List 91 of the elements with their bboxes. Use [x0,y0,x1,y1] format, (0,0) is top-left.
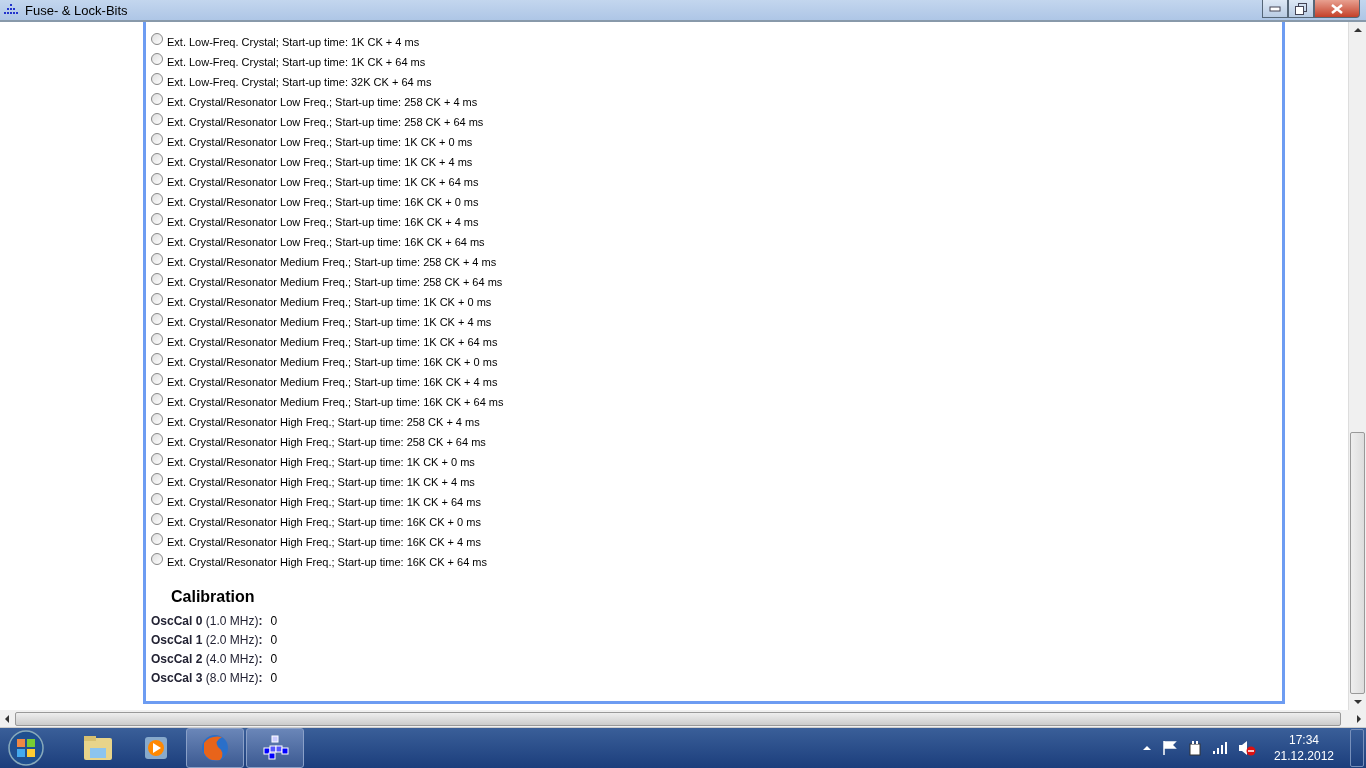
close-icon [1330,3,1344,14]
radio-button[interactable] [151,533,163,545]
calibration-value: 0 [270,632,278,647]
close-button[interactable] [1314,0,1360,18]
radio-button[interactable] [151,33,163,45]
radio-button[interactable] [151,73,163,85]
radio-button[interactable] [151,433,163,445]
radio-button[interactable] [151,333,163,345]
vertical-scrollbar[interactable] [1348,22,1366,710]
option-label: Ext. Crystal/Resonator High Freq.; Start-up time: 1K CK + 4 ms [167,476,475,488]
option-label: Ext. Low-Freq. Crystal; Start-up time: 1K CK + 4 ms [167,36,420,48]
radio-button[interactable] [151,233,163,245]
folder-icon [82,734,114,762]
calibration-value: 0 [270,670,278,685]
app-icon [3,3,19,17]
scroll-down-icon[interactable] [1353,700,1362,704]
power-plug-icon[interactable] [1187,740,1202,756]
option-label: Ext. Crystal/Resonator Medium Freq.; Start-up time: 1K CK + 0 ms [167,296,492,308]
option-label: Ext. Crystal/Resonator Medium Freq.; Start-up time: 16K CK + 0 ms [167,356,498,368]
radio-button[interactable] [151,253,163,265]
scroll-left-icon[interactable] [5,714,9,723]
option-label: Ext. Crystal/Resonator Low Freq.; Start-up time: 258 CK + 64 ms [167,116,484,128]
option-label: Ext. Crystal/Resonator Medium Freq.; Start-up time: 16K CK + 64 ms [167,396,504,408]
radio-button[interactable] [151,93,163,105]
radio-button[interactable] [151,313,163,325]
radio-button[interactable] [151,153,163,165]
scroll-up-icon[interactable] [1353,28,1362,32]
scroll-thumb[interactable] [1350,432,1365,694]
option-label: Ext. Crystal/Resonator High Freq.; Start-up time: 258 CK + 4 ms [167,416,480,428]
option-label: Ext. Crystal/Resonator Low Freq.; Start-up time: 1K CK + 0 ms [167,136,473,148]
option-label: Ext. Low-Freq. Crystal; Start-up time: 32K CK + 64 ms [167,76,432,88]
clock-date[interactable]: 21.12.2012 [1273,748,1334,764]
option-label: Ext. Crystal/Resonator High Freq.; Start-up time: 1K CK + 64 ms [167,496,481,508]
option-label: Ext. Crystal/Resonator Low Freq.; Start-up time: 258 CK + 4 ms [167,96,478,108]
minimize-button[interactable] [1262,0,1288,18]
option-label: Ext. Crystal/Resonator Low Freq.; Start-up time: 16K CK + 64 ms [167,236,485,248]
calibration-value: 0 [270,613,278,628]
option-label: Ext. Crystal/Resonator High Freq.; Start-up time: 258 CK + 64 ms [167,436,486,448]
radio-button[interactable] [151,513,163,525]
horizontal-scrollbar[interactable] [0,710,1366,728]
calibration-label: OscCal 1 (2.0 MHz): [151,632,263,647]
window-title: Fuse- & Lock-Bits [25,2,128,18]
show-hidden-icon[interactable] [1141,745,1152,751]
radio-button[interactable] [151,53,163,65]
option-label: Ext. Crystal/Resonator High Freq.; Start-up time: 16K CK + 64 ms [167,556,488,568]
radio-button[interactable] [151,213,163,225]
radio-button[interactable] [151,393,163,405]
speaker-muted-icon[interactable] [1237,740,1256,756]
radio-button[interactable] [151,133,163,145]
radio-button[interactable] [151,493,163,505]
option-label: Ext. Crystal/Resonator Medium Freq.; Start-up time: 16K CK + 4 ms [167,376,498,388]
radio-button[interactable] [151,373,163,385]
calibration-label: OscCal 3 (8.0 MHz): [151,670,263,685]
option-label: Ext. Crystal/Resonator High Freq.; Start-up time: 16K CK + 0 ms [167,516,481,528]
scroll-right-icon[interactable] [1357,714,1361,723]
show-desktop-button[interactable] [1350,729,1364,767]
clock-time[interactable]: 17:34 [1288,732,1319,748]
radio-button[interactable] [151,173,163,185]
media-player-icon [142,734,170,762]
flag-icon[interactable] [1161,740,1178,756]
taskbar-button[interactable] [246,728,304,768]
section-heading: Calibration [171,588,255,606]
radio-button[interactable] [151,353,163,365]
option-label: Ext. Low-Freq. Crystal; Start-up time: 1K CK + 64 ms [167,56,426,68]
globe-icon [200,733,230,763]
radio-button[interactable] [151,453,163,465]
option-label: Ext. Crystal/Resonator Low Freq.; Start-up time: 16K CK + 4 ms [167,216,479,228]
radio-button[interactable] [151,273,163,285]
option-label: Ext. Crystal/Resonator Medium Freq.; Start-up time: 258 CK + 64 ms [167,276,503,288]
option-label: Ext. Crystal/Resonator High Freq.; Start-up time: 16K CK + 4 ms [167,536,481,548]
signal-icon[interactable] [1211,741,1228,755]
option-label: Ext. Crystal/Resonator Low Freq.; Start-up time: 1K CK + 4 ms [167,156,473,168]
restore-icon [1295,2,1307,15]
calibration-value: 0 [270,651,278,666]
radio-button[interactable] [151,413,163,425]
option-label: Ext. Crystal/Resonator Medium Freq.; Start-up time: 1K CK + 4 ms [167,316,492,328]
scroll-thumb[interactable] [15,711,1341,726]
radio-button[interactable] [151,113,163,125]
radio-button[interactable] [151,293,163,305]
calibration-label: OscCal 2 (4.0 MHz): [151,651,263,666]
calibration-label: OscCal 0 (1.0 MHz): [151,613,263,628]
option-label: Ext. Crystal/Resonator Low Freq.; Start-up time: 1K CK + 64 ms [167,176,479,188]
option-label: Ext. Crystal/Resonator Medium Freq.; Start-up time: 1K CK + 64 ms [167,336,498,348]
radio-button[interactable] [151,473,163,485]
option-label: Ext. Crystal/Resonator Low Freq.; Start-up time: 16K CK + 0 ms [167,196,479,208]
option-label: Ext. Crystal/Resonator Medium Freq.; Start-up time: 258 CK + 4 ms [167,256,497,268]
minimize-icon [1269,5,1281,12]
option-label: Ext. Crystal/Resonator High Freq.; Start-up time: 1K CK + 0 ms [167,456,475,468]
radio-button[interactable] [151,193,163,205]
radio-button[interactable] [151,553,163,565]
maximize-button[interactable] [1288,0,1314,18]
